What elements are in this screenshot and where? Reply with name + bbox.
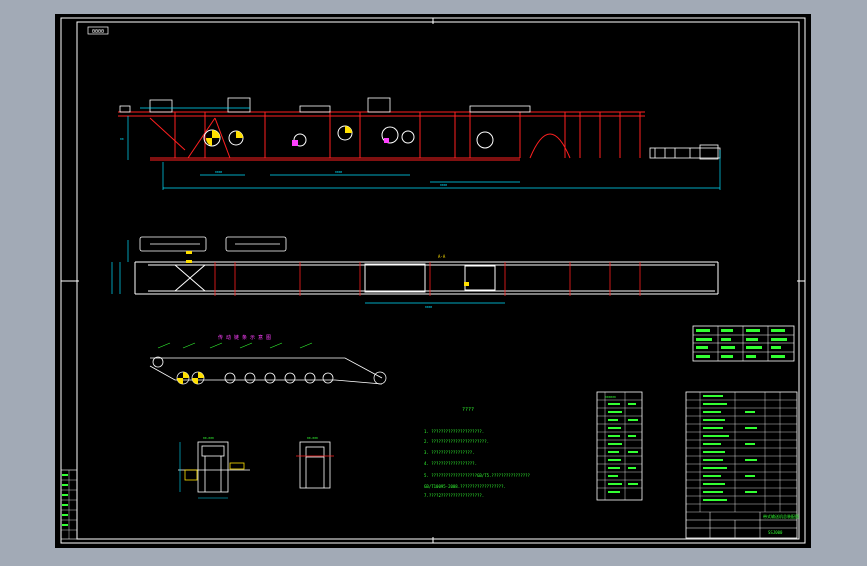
note-3: 3. ?????????????????.	[424, 450, 475, 455]
cad-drawing-canvas: 0000 0000 0000 0000 00 A-A 0000 传 动 链 条 …	[55, 14, 811, 548]
cad-viewport[interactable]: 0000 0000 0000 0000 00 A-A 0000 传 动 链 条 …	[0, 0, 867, 562]
svg-text:0000: 0000	[440, 183, 447, 187]
title-block-code: SSJ000	[768, 530, 783, 535]
svg-text:000000: 000000	[605, 395, 616, 399]
note-5: 5. ???????????????????GB/T5.????????????…	[424, 473, 531, 478]
svg-text:00: 00	[120, 137, 124, 141]
chain-diagram-title: 传 动 链 条 示 意 图	[218, 334, 271, 341]
note-6: GB/T10095-2008.??????????????????.	[424, 484, 506, 489]
zone-tag: 0000	[92, 29, 104, 35]
drawing-sheet	[55, 14, 811, 548]
svg-text:00-000: 00-000	[203, 436, 214, 440]
title-block-name: 带式输送机总装配图	[763, 513, 799, 519]
note-1: 1. ?????????????????????.	[424, 429, 484, 434]
svg-text:00-000: 00-000	[307, 436, 318, 440]
section-label: A-A	[438, 254, 446, 259]
notes-title: ????	[462, 407, 474, 413]
note-2: 2. ???????????????????????.	[424, 439, 489, 444]
note-7: 7.????2?????????????????.	[424, 493, 484, 498]
svg-text:0000: 0000	[335, 170, 342, 174]
svg-text:0000: 0000	[425, 305, 432, 309]
svg-text:0000: 0000	[215, 170, 222, 174]
note-4: 4. ??????????????????.	[424, 461, 477, 466]
